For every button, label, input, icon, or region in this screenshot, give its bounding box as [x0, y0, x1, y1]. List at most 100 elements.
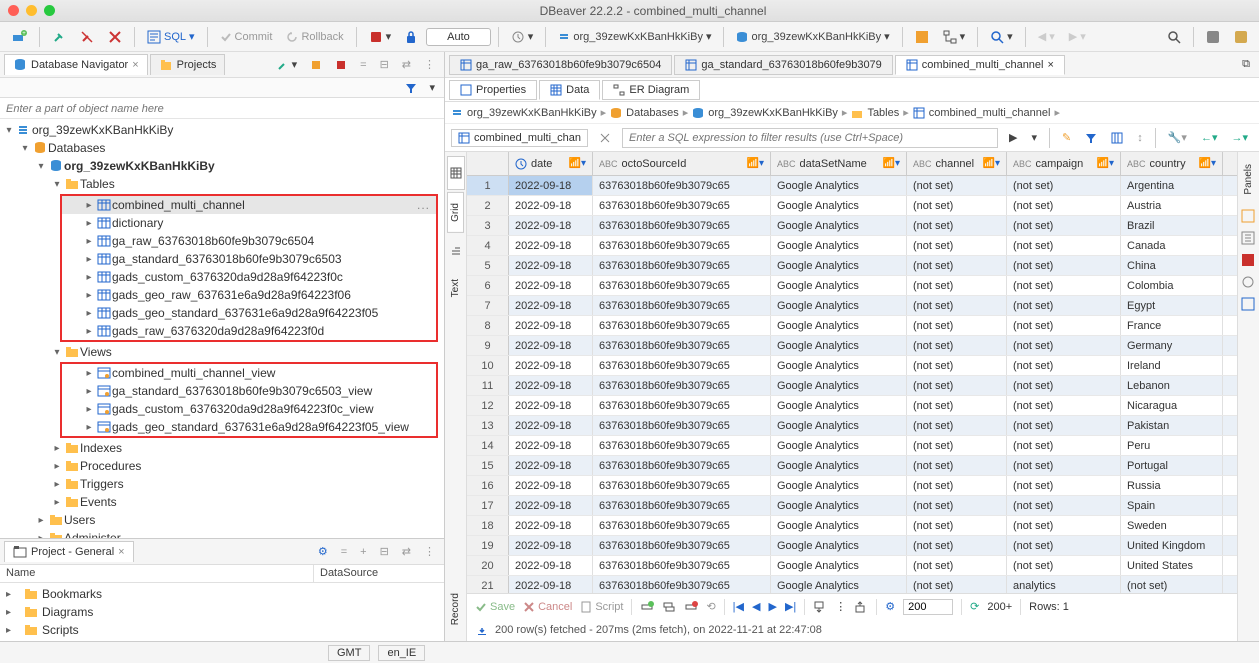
export-icon[interactable] — [813, 600, 827, 614]
view-node[interactable]: ▸combined_multi_channel_view — [62, 364, 436, 382]
tab-record-label[interactable]: Record — [448, 583, 463, 635]
plug-connect-icon[interactable] — [47, 28, 71, 46]
view-menu-icon[interactable]: ⋮ — [419, 56, 440, 73]
editor-menu-icon[interactable]: ⧉ — [1237, 56, 1255, 73]
disconnect-all-icon[interactable] — [103, 28, 127, 46]
link-icon[interactable]: ⇄ — [397, 56, 416, 73]
col-name[interactable]: Name — [0, 565, 314, 582]
table-node[interactable]: ▸gads_geo_standard_637631e6a9d28a9f64223… — [62, 304, 436, 322]
table-row[interactable]: 5 2022-09-18 63763018b60fe9b3079c65 Goog… — [467, 256, 1237, 276]
crumb-item[interactable]: Tables — [867, 107, 899, 119]
first-page-icon[interactable]: |◀ — [733, 600, 744, 613]
col-datasource[interactable]: DataSource — [314, 565, 444, 582]
perspective-icon[interactable] — [1229, 28, 1253, 46]
search-icon[interactable]: ▾ — [985, 28, 1018, 46]
table-node[interactable]: ▸gads_geo_raw_637631e6a9d28a9f64223f06 — [62, 286, 436, 304]
add-row-icon[interactable] — [640, 600, 654, 614]
metadata-panel-icon[interactable] — [1241, 275, 1257, 291]
table-node[interactable]: ▸gads_custom_6376320da9d28a9f64223f0c — [62, 268, 436, 286]
table-row[interactable]: 20 2022-09-18 63763018b60fe9b3079c65 Goo… — [467, 556, 1237, 576]
close-icon[interactable]: × — [118, 546, 124, 558]
app-icon[interactable] — [910, 28, 934, 46]
next-page-icon[interactable]: ▶ — [768, 600, 776, 613]
gear-icon[interactable]: ⚙ — [313, 543, 333, 560]
filter-history-icon[interactable]: ▾ — [1026, 129, 1042, 146]
filter-icon[interactable]: = — [355, 56, 371, 73]
table-row[interactable]: 17 2022-09-18 63763018b60fe9b3079c65 Goo… — [467, 496, 1237, 516]
view-menu-icon[interactable]: ⋮ — [419, 543, 440, 560]
last-page-icon[interactable]: ▶| — [785, 600, 796, 613]
administer-node[interactable]: ▸Administer — [0, 529, 444, 538]
maximize-window-icon[interactable] — [44, 5, 55, 16]
tab-database-navigator[interactable]: Database Navigator × — [4, 54, 148, 75]
close-window-icon[interactable] — [8, 5, 19, 16]
table-row[interactable]: 1 2022-09-18 63763018b60fe9b3079c65 Goog… — [467, 176, 1237, 196]
col-campaign[interactable]: ABCcampaign📶▾ — [1007, 152, 1121, 175]
auto-commit-mode[interactable]: Auto — [426, 28, 491, 46]
col-octosourceid[interactable]: ABCoctoSourceId📶▾ — [593, 152, 771, 175]
table-node[interactable]: ▸ga_raw_63763018b60fe9b3079c6504 — [62, 232, 436, 250]
project-item[interactable]: ▸Scripts — [0, 621, 444, 639]
tab-er-diagram[interactable]: ER Diagram — [602, 80, 700, 100]
link-icon[interactable]: ⇄ — [397, 543, 416, 560]
crumb-item[interactable]: org_39zewKxKBanHkKiBy — [467, 107, 597, 119]
events-node[interactable]: ▸Events — [0, 493, 444, 511]
prev-link-icon[interactable]: ←▾ — [1196, 129, 1223, 146]
table-node[interactable]: ▸gads_raw_6376320da9d28a9f64223f0d — [62, 322, 436, 340]
table-row[interactable]: 13 2022-09-18 63763018b60fe9b3079c65 Goo… — [467, 416, 1237, 436]
table-row[interactable]: 9 2022-09-18 63763018b60fe9b3079c65 Goog… — [467, 336, 1237, 356]
table-row[interactable]: 4 2022-09-18 63763018b60fe9b3079c65 Goog… — [467, 236, 1237, 256]
editor-tab-3[interactable]: combined_multi_channel× — [895, 55, 1065, 75]
rollback-button[interactable]: Rollback — [281, 29, 348, 45]
lock-icon[interactable] — [400, 28, 422, 46]
gear-icon[interactable]: ⚙ — [885, 600, 895, 613]
editor-tab-1[interactable]: ga_raw_63763018b60fe9b3079c6504 — [449, 55, 672, 75]
tab-project-general[interactable]: Project - General × — [4, 541, 134, 562]
users-node[interactable]: ▸Users — [0, 511, 444, 529]
collapse-icon[interactable]: ⊟ — [375, 56, 394, 73]
tab-text-label[interactable]: Text — [448, 269, 463, 307]
databases-node[interactable]: ▾ Databases — [0, 139, 444, 157]
calc-panel-icon[interactable] — [1241, 231, 1257, 247]
table-row[interactable]: 12 2022-09-18 63763018b60fe9b3079c65 Goo… — [467, 396, 1237, 416]
filter-tree-icon[interactable] — [400, 80, 422, 96]
refs-panel-icon[interactable] — [1241, 297, 1257, 313]
history-icon[interactable]: ▾ — [506, 28, 539, 46]
crumb-item[interactable]: Databases — [626, 107, 679, 119]
col-datasetname[interactable]: ABCdataSetName📶▾ — [771, 152, 907, 175]
view-node[interactable]: ▸gads_geo_standard_637631e6a9d28a9f64223… — [62, 418, 436, 436]
new-connection-icon[interactable]: + — [6, 27, 32, 47]
table-row[interactable]: 21 2022-09-18 63763018b60fe9b3079c65 Goo… — [467, 576, 1237, 593]
sql-filter-input[interactable] — [622, 128, 998, 148]
table-row[interactable]: 3 2022-09-18 63763018b60fe9b3079c65 Goog… — [467, 216, 1237, 236]
config-tree-icon[interactable]: ▾ — [424, 79, 440, 96]
procedures-node[interactable]: ▸Procedures — [0, 457, 444, 475]
table-row[interactable]: 7 2022-09-18 63763018b60fe9b3079c65 Goog… — [467, 296, 1237, 316]
crumb-item[interactable]: org_39zewKxKBanHkKiBy — [708, 107, 838, 119]
preferences-icon[interactable] — [1201, 28, 1225, 46]
tab-grid[interactable] — [447, 156, 465, 190]
project-item[interactable]: ▸Diagrams — [0, 603, 444, 621]
value-panel-icon[interactable] — [1241, 209, 1257, 225]
colorize-icon[interactable]: 🔧▾ — [1163, 129, 1192, 146]
table-node[interactable]: ▸combined_multi_channel... — [62, 196, 436, 214]
transaction-tool-icon[interactable] — [330, 56, 352, 73]
table-row[interactable]: 15 2022-09-18 63763018b60fe9b3079c65 Goo… — [467, 456, 1237, 476]
save-button[interactable]: Save — [475, 601, 515, 613]
triggers-node[interactable]: ▸Triggers — [0, 475, 444, 493]
expand-icon[interactable] — [594, 130, 616, 146]
schema-selector[interactable]: org_39zewKxKBanHkKiBy ▾ — [731, 28, 894, 45]
apply-filter-icon[interactable]: ▶ — [1004, 129, 1022, 146]
view-node[interactable]: ▸gads_custom_6376320da9d28a9f64223f0c_vi… — [62, 400, 436, 418]
search-toolbar-icon[interactable] — [1162, 28, 1186, 46]
schema-node[interactable]: ▾ org_39zewKxKBanHkKiBy — [0, 157, 444, 175]
script-button[interactable]: Script — [580, 601, 623, 613]
close-icon[interactable]: × — [1047, 59, 1053, 71]
row-count[interactable]: 200+ — [987, 601, 1012, 613]
table-row[interactable]: 11 2022-09-18 63763018b60fe9b3079c65 Goo… — [467, 376, 1237, 396]
plug-disconnect-icon[interactable] — [75, 28, 99, 46]
sql-editor-button[interactable]: SQL ▾ — [142, 28, 200, 46]
table-row[interactable]: 14 2022-09-18 63763018b60fe9b3079c65 Goo… — [467, 436, 1237, 456]
columns-icon[interactable] — [1106, 130, 1128, 146]
datasource-selector[interactable]: org_39zewKxKBanHkKiBy ▾ — [553, 28, 716, 45]
